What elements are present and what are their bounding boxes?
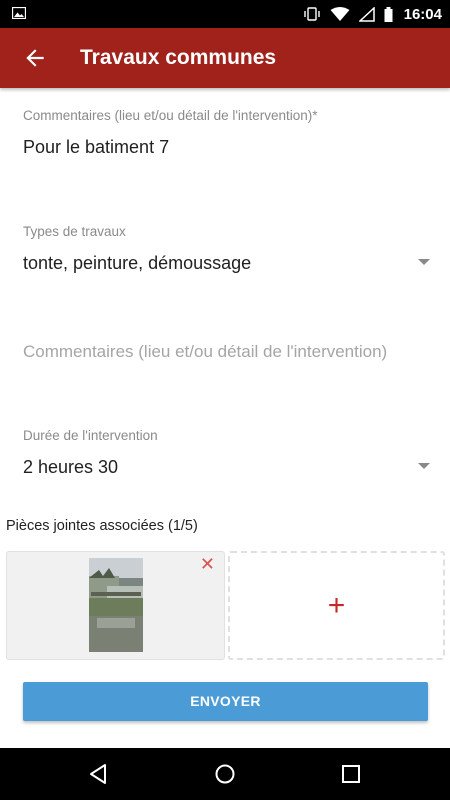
navigation-bar bbox=[0, 748, 450, 800]
attachments-title: Pièces jointes associées (1/5) bbox=[6, 518, 198, 534]
back-triangle-icon[interactable] bbox=[88, 763, 110, 785]
remove-attachment-button[interactable]: ✕ bbox=[200, 554, 215, 575]
send-button[interactable]: ENVOYER bbox=[23, 682, 428, 721]
work-types-select[interactable]: Types de travaux tonte, peinture, démous… bbox=[23, 224, 433, 274]
comment-field-2-placeholder[interactable]: Commentaires (lieu et/ou détail de l'int… bbox=[23, 342, 433, 362]
wifi-icon bbox=[330, 6, 350, 21]
app-bar: Travaux communes bbox=[0, 28, 450, 88]
comment-field-2[interactable]: Commentaires (lieu et/ou détail de l'int… bbox=[23, 342, 433, 362]
comment-field-value[interactable]: Pour le batiment 7 bbox=[23, 137, 433, 158]
work-types-label: Types de travaux bbox=[23, 224, 126, 239]
duration-value[interactable]: 2 heures 30 bbox=[23, 457, 433, 478]
recents-square-icon[interactable] bbox=[340, 763, 362, 785]
chevron-down-icon bbox=[418, 463, 430, 469]
status-time: 16:04 bbox=[403, 5, 442, 23]
vibrate-icon bbox=[303, 7, 320, 21]
attachment-photo[interactable] bbox=[89, 558, 143, 652]
add-attachment-button[interactable]: + bbox=[228, 551, 445, 660]
battery-icon bbox=[384, 6, 393, 22]
attachment-thumbnail-card[interactable]: ✕ bbox=[6, 551, 225, 660]
chevron-down-icon bbox=[418, 259, 430, 265]
plus-icon[interactable]: + bbox=[230, 553, 443, 658]
duration-label: Durée de l'intervention bbox=[23, 428, 158, 443]
status-bar: 16:04 bbox=[0, 0, 450, 28]
signal-icon bbox=[358, 6, 375, 22]
arrow-left-icon[interactable] bbox=[22, 45, 48, 71]
comment-field-label: Commentaires (lieu et/ou détail de l'int… bbox=[23, 108, 318, 123]
work-types-value[interactable]: tonte, peinture, démoussage bbox=[23, 253, 433, 274]
page-title: Travaux communes bbox=[80, 46, 277, 69]
home-circle-icon[interactable] bbox=[214, 763, 236, 785]
comment-field[interactable]: Commentaires (lieu et/ou détail de l'int… bbox=[23, 108, 433, 158]
image-icon bbox=[12, 7, 26, 19]
duration-select[interactable]: Durée de l'intervention 2 heures 30 bbox=[23, 428, 433, 478]
